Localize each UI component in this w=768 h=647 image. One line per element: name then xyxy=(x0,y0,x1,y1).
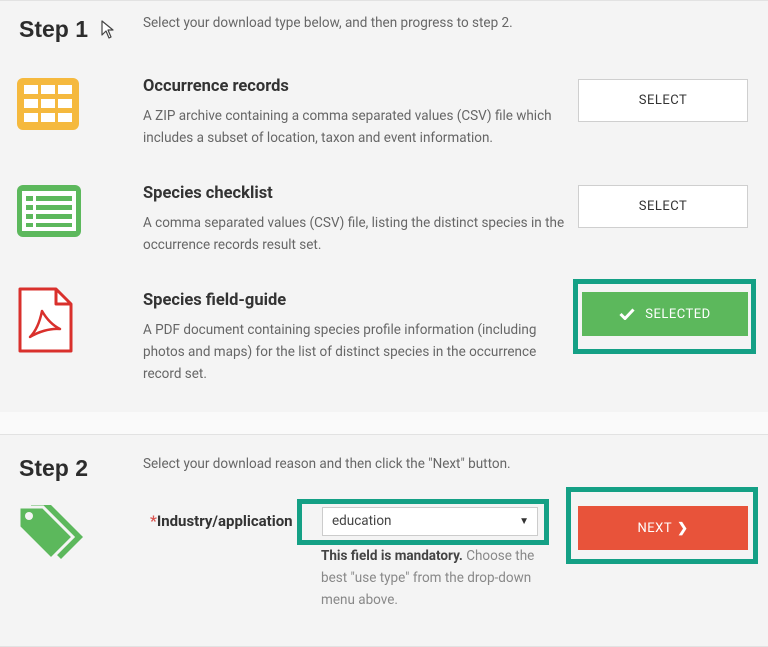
tags-icon xyxy=(17,505,83,559)
industry-application-label: *Industry/application xyxy=(150,512,293,530)
mouse-cursor-icon xyxy=(101,20,114,39)
dropdown-value: education xyxy=(332,513,392,529)
select-species-checklist-button[interactable]: SELECT xyxy=(578,185,748,228)
select-occurrence-records-button[interactable]: SELECT xyxy=(578,79,748,122)
step2-intro: Select your download reason and then cli… xyxy=(143,456,511,472)
section-divider xyxy=(0,412,768,434)
industry-application-dropdown[interactable]: education ▼ xyxy=(322,507,538,536)
table-grid-icon xyxy=(17,78,79,130)
list-icon xyxy=(17,185,81,237)
mandatory-help-text: This field is mandatory. Choose the best… xyxy=(321,545,546,611)
selected-species-field-guide-button[interactable]: SELECTED xyxy=(582,292,748,336)
step1-panel: Step 1 Select your download type below, … xyxy=(0,0,768,414)
option-description: A PDF document containing species profil… xyxy=(143,322,537,382)
dropdown-caret-icon: ▼ xyxy=(519,516,529,527)
option-title: Species checklist xyxy=(143,184,273,203)
pdf-document-icon xyxy=(18,287,73,353)
next-button[interactable]: NEXT ❯ xyxy=(578,506,748,550)
selected-button-label: SELECTED xyxy=(645,306,711,322)
next-button-label: NEXT xyxy=(637,520,673,536)
option-description: A ZIP archive containing a comma separat… xyxy=(143,108,552,146)
field-label-text: Industry/application xyxy=(156,512,293,530)
option-description: A comma separated values (CSV) file, lis… xyxy=(143,215,565,253)
checkmark-icon xyxy=(619,308,635,320)
option-title: Species field-guide xyxy=(143,291,287,310)
required-marker: * xyxy=(150,512,157,530)
chevron-right-icon: ❯ xyxy=(677,520,689,536)
step1-intro: Select your download type below, and the… xyxy=(143,15,513,31)
step2-title: Step 2 xyxy=(19,455,89,481)
option-title: Occurrence records xyxy=(143,77,289,96)
help-bold: This field is mandatory. xyxy=(321,548,463,564)
step1-title: Step 1 xyxy=(19,16,89,42)
